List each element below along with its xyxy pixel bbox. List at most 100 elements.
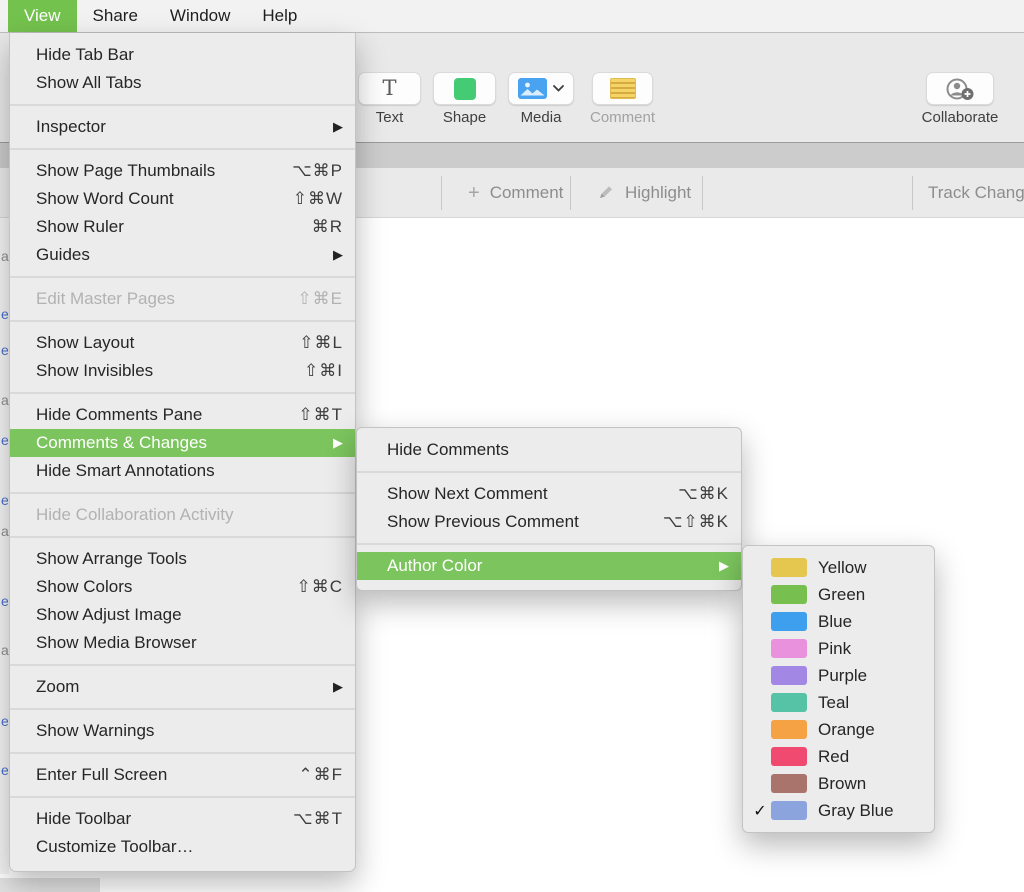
comments-submenu-item-show-previous-comment[interactable]: Show Previous Comment ⌥⇧⌘K	[357, 508, 741, 536]
background-text-fragment: e	[1, 492, 9, 508]
menu-item-label: Show Media Browser	[36, 633, 343, 653]
view-menu-item-hide-toolbar[interactable]: Hide Toolbar⌥⌘T	[10, 805, 355, 833]
shortcut-label: ⌥⇧⌘K	[663, 512, 729, 532]
author-color-item-red[interactable]: Red	[743, 743, 934, 770]
menu-separator	[10, 148, 355, 150]
menu-item-label: Show Colors	[36, 577, 278, 597]
view-menu-item-show-ruler[interactable]: Show Ruler⌘R	[10, 213, 355, 241]
background-text-fragment: e	[1, 306, 9, 322]
color-swatch-green	[771, 585, 807, 604]
author-color-item-purple[interactable]: Purple	[743, 662, 934, 689]
color-swatch-brown	[771, 774, 807, 793]
menu-item-label: Show Previous Comment	[387, 512, 645, 532]
collaborate-button[interactable]	[926, 72, 994, 105]
shortcut-label: ⌥⌘T	[293, 809, 343, 829]
shape-button[interactable]	[433, 72, 496, 105]
author-color-item-gray-blue[interactable]: ✓Gray Blue	[743, 797, 934, 824]
divider	[912, 176, 913, 210]
menu-item-label: Blue	[818, 612, 924, 632]
shortcut-label: ⇧⌘L	[299, 333, 343, 353]
view-menu-item-hide-tab-bar[interactable]: Hide Tab Bar	[10, 41, 355, 69]
view-menu-item-customize-toolbar[interactable]: Customize Toolbar…	[10, 833, 355, 861]
menubar-item-help[interactable]: Help	[246, 0, 313, 32]
view-menu-item-show-colors[interactable]: Show Colors ⇧⌘C	[10, 573, 355, 601]
menu-separator	[10, 708, 355, 710]
highlight-button[interactable]: Highlight	[597, 168, 691, 218]
submenu-arrow-icon: ▶	[719, 558, 729, 574]
menu-item-label: Inspector	[36, 117, 319, 137]
view-menu-item-guides[interactable]: Guides▶	[10, 241, 355, 269]
checkmark-icon: ✓	[749, 801, 771, 821]
comments-submenu-item-author-color[interactable]: Author Color▶	[357, 552, 741, 580]
text-button[interactable]: T	[358, 72, 421, 105]
highlight-pencil-icon	[597, 185, 615, 201]
background-text-fragment: e	[1, 593, 9, 609]
view-menu-item-show-adjust-image[interactable]: Show Adjust Image	[10, 601, 355, 629]
shortcut-label: ⇧⌘C	[296, 577, 343, 597]
menu-item-label: Customize Toolbar…	[36, 837, 343, 857]
background-text-fragment: e	[1, 762, 9, 778]
view-menu-item-show-page-thumbnails[interactable]: Show Page Thumbnails⌥⌘P	[10, 157, 355, 185]
add-comment-button[interactable]: + Comment	[468, 168, 563, 218]
color-swatch-blue	[771, 612, 807, 631]
view-menu-item-enter-full-screen[interactable]: Enter Full Screen⌃⌘F	[10, 761, 355, 789]
color-swatch-purple	[771, 666, 807, 685]
comment-button-label: Comment	[575, 109, 670, 126]
author-color-item-green[interactable]: Green	[743, 581, 934, 608]
view-menu-item-inspector[interactable]: Inspector ▶	[10, 113, 355, 141]
menubar-item-share[interactable]: Share	[77, 0, 154, 32]
author-color-item-orange[interactable]: Orange	[743, 716, 934, 743]
comment-icon	[610, 78, 636, 99]
view-menu-item-show-layout[interactable]: Show Layout⇧⌘L	[10, 329, 355, 357]
comments-and-changes-submenu: Hide CommentsShow Next Comment⌥⌘KShow Pr…	[356, 427, 742, 591]
menu-item-label: Hide Comments Pane	[36, 405, 280, 425]
view-menu-item-show-warnings[interactable]: Show Warnings	[10, 717, 355, 745]
menu-item-label: Brown	[818, 774, 924, 794]
menu-item-label: Pink	[818, 639, 924, 659]
menu-item-label: Zoom	[36, 677, 319, 697]
view-menu-item-show-arrange-tools[interactable]: Show Arrange Tools	[10, 545, 355, 573]
view-menu-item-show-media-browser[interactable]: Show Media Browser	[10, 629, 355, 657]
chevron-down-icon	[553, 85, 564, 92]
menu-separator	[10, 104, 355, 106]
text-button-label: Text	[358, 109, 421, 126]
view-menu: Hide Tab BarShow All Tabs Inspector ▶ Show …	[9, 33, 356, 872]
shortcut-label: ⇧⌘T	[298, 405, 343, 425]
submenu-arrow-icon: ▶	[333, 119, 343, 135]
author-color-item-brown[interactable]: Brown	[743, 770, 934, 797]
view-menu-item-show-word-count[interactable]: Show Word Count⇧⌘W	[10, 185, 355, 213]
color-swatch-teal	[771, 693, 807, 712]
view-menu-item-zoom[interactable]: Zoom▶	[10, 673, 355, 701]
comments-submenu-item-show-next-comment[interactable]: Show Next Comment⌥⌘K	[357, 480, 741, 508]
color-swatch-red	[771, 747, 807, 766]
menu-item-label: Show Next Comment	[387, 484, 660, 504]
view-menu-item-show-invisibles[interactable]: Show Invisibles⇧⌘I	[10, 357, 355, 385]
view-menu-item-hide-smart-annotations[interactable]: Hide Smart Annotations	[10, 457, 355, 485]
view-menu-item-hide-comments-pane[interactable]: Hide Comments Pane ⇧⌘T	[10, 401, 355, 429]
background-text-fragment: e	[1, 342, 9, 358]
view-menu-item-comments-changes[interactable]: Comments & Changes▶	[10, 429, 355, 457]
author-color-item-teal[interactable]: Teal	[743, 689, 934, 716]
comments-submenu-item-hide-comments[interactable]: Hide Comments	[357, 436, 741, 464]
menu-item-label: Show Warnings	[36, 721, 343, 741]
menubar-item-view[interactable]: View	[8, 0, 77, 32]
menu-separator	[10, 796, 355, 798]
collaborate-button-label: Collaborate	[910, 109, 1010, 126]
author-color-item-pink[interactable]: Pink	[743, 635, 934, 662]
menu-item-label: Show Arrange Tools	[36, 549, 343, 569]
media-button[interactable]	[508, 72, 574, 105]
menu-separator	[10, 392, 355, 394]
color-swatch-yellow	[771, 558, 807, 577]
menu-item-label: Yellow	[818, 558, 924, 578]
track-changes-label[interactable]: Track Changes	[928, 168, 1024, 218]
menubar-item-window[interactable]: Window	[154, 0, 246, 32]
view-menu-item-show-all-tabs[interactable]: Show All Tabs	[10, 69, 355, 97]
shortcut-label: ⇧⌘E	[297, 289, 343, 309]
background-text-fragment: a	[1, 642, 9, 658]
author-color-item-blue[interactable]: Blue	[743, 608, 934, 635]
shortcut-label: ⌘R	[312, 217, 343, 237]
menu-separator	[357, 471, 741, 473]
author-color-item-yellow[interactable]: Yellow	[743, 554, 934, 581]
menu-separator	[10, 276, 355, 278]
submenu-arrow-icon: ▶	[333, 435, 343, 451]
